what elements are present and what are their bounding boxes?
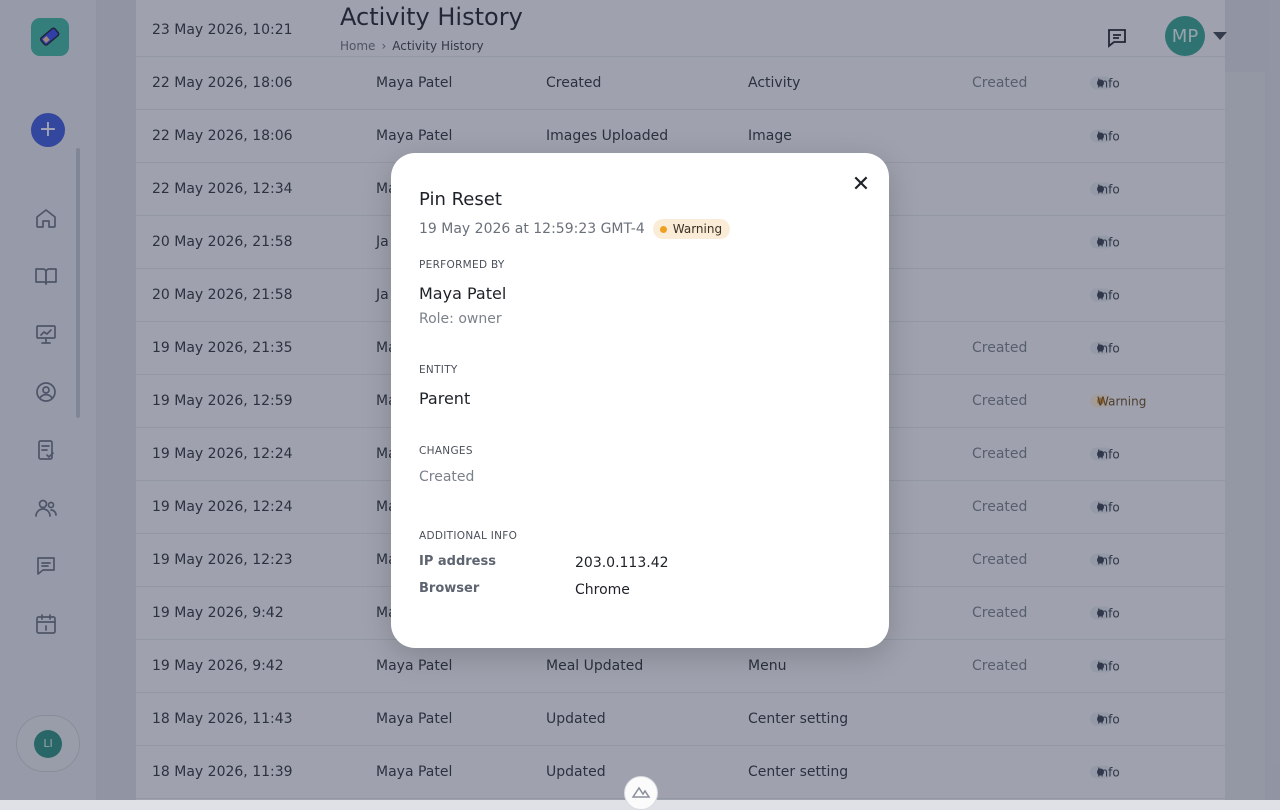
- changes-value: Created: [419, 469, 475, 485]
- browser-value: Chrome: [575, 582, 630, 598]
- performed-by-label: PERFORMED BY: [419, 259, 505, 271]
- performed-by-role: Role: owner: [419, 311, 502, 327]
- ip-address-value: 203.0.113.42: [575, 555, 669, 571]
- warning-badge: Warning: [652, 219, 731, 239]
- modal-subtitle: 19 May 2026 at 12:59:23 GMT-4 Warning: [419, 219, 731, 239]
- ip-address-label: IP address: [419, 554, 496, 569]
- entity-value: Parent: [419, 389, 471, 408]
- activity-detail-modal: ✕ Pin Reset 19 May 2026 at 12:59:23 GMT-…: [391, 153, 889, 648]
- modal-title: Pin Reset: [419, 189, 502, 210]
- status-dot-icon: [659, 225, 667, 233]
- browser-label: Browser: [419, 581, 480, 596]
- performed-by-name: Maya Patel: [419, 284, 507, 303]
- additional-info-label: ADDITIONAL INFO: [419, 530, 518, 542]
- assistant-button[interactable]: [624, 776, 658, 810]
- entity-label: ENTITY: [419, 364, 458, 376]
- mountain-logo-icon: [631, 786, 651, 798]
- modal-timestamp: 19 May 2026 at 12:59:23 GMT-4: [419, 221, 645, 237]
- close-icon[interactable]: ✕: [846, 169, 876, 199]
- warning-badge-label: Warning: [672, 222, 723, 236]
- changes-label: CHANGES: [419, 445, 473, 457]
